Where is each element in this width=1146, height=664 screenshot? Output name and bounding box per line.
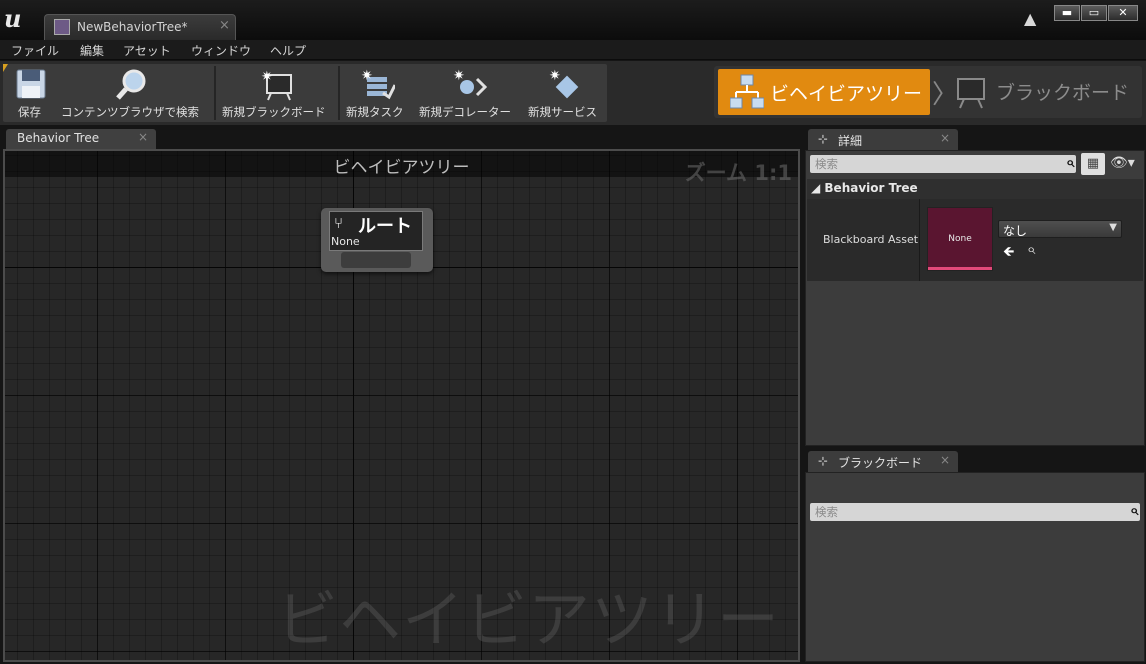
behavior-tree-mode-button[interactable]: ビヘイビアツリー	[718, 69, 930, 115]
new-task-label: 新規タスク	[346, 105, 404, 119]
details-icon: ⊹	[818, 132, 829, 146]
details-tab-close-icon[interactable]: ×	[940, 131, 950, 145]
graph-canvas[interactable]: ビヘイビアツリー ズーム 1:1 ビヘイビアツリー ⑂ ルート None	[3, 149, 800, 662]
blackboard-mode-label: ブラックボード	[996, 82, 1130, 104]
zoom-level: ズーム 1:1	[684, 161, 792, 185]
new-blackboard-label: 新規ブラックボード	[222, 105, 326, 119]
behavior-tree-section-label: ◢ Behavior Tree	[811, 181, 918, 195]
details-tab[interactable]: ⊹ 詳細 ×	[808, 129, 958, 150]
blackboard-tab[interactable]: ⊹ ブラックボード ×	[808, 451, 958, 472]
behavior-tree-asset-icon	[54, 19, 70, 35]
asset-combo-value: なし	[1003, 224, 1028, 238]
root-node-output-pin[interactable]	[341, 252, 411, 268]
toolbar: 保存 コンテンツブラウザで検索 ✷ 新規ブラックボード ✷ 新規タスク ✷ 新規…	[3, 64, 607, 122]
document-tab[interactable]: NewBehaviorTree* ×	[44, 14, 236, 40]
blackboard-panel-icon: ⊹	[818, 454, 829, 468]
toolbar-separator	[214, 66, 216, 120]
blackboard-panel: 検索 ⌕	[805, 472, 1145, 662]
use-selected-arrow-icon[interactable]: 🡸	[1003, 241, 1014, 265]
search-icon: ⌕	[1065, 153, 1074, 171]
property-matrix-icon[interactable]: ▦	[1081, 153, 1105, 175]
tutorial-icon[interactable]: ▲	[1024, 10, 1042, 28]
toolbar-grip	[3, 64, 8, 72]
menu-bar: ファイル 編集 アセット ウィンドウ ヘルプ	[0, 40, 1146, 60]
document-tab-close-icon[interactable]: ×	[219, 18, 230, 33]
title-bar: u NewBehaviorTree* × ▲ ▬ ▭ ✕	[0, 0, 1146, 40]
details-tab-label: 詳細	[838, 134, 863, 148]
save-label: 保存	[18, 105, 41, 119]
chevron-down-icon: ▼	[1109, 222, 1117, 233]
new-decorator-icon: ✷	[453, 68, 487, 97]
graph-header: ビヘイビアツリー	[5, 151, 798, 178]
menu-window[interactable]: ウィンドウ	[191, 42, 251, 59]
menu-help[interactable]: ヘルプ	[270, 42, 306, 59]
graph-tab[interactable]: Behavior Tree ×	[6, 129, 156, 149]
menu-asset[interactable]: アセット	[123, 42, 171, 59]
save-icon	[16, 69, 46, 99]
new-decorator-label: 新規デコレーター	[419, 105, 511, 119]
unreal-logo-icon[interactable]: u	[4, 6, 32, 32]
document-tab-title: NewBehaviorTree*	[77, 20, 188, 34]
root-node[interactable]: ⑂ ルート None	[321, 208, 433, 272]
blackboard-tab-close-icon[interactable]: ×	[940, 453, 950, 467]
details-panel: 検索 ⌕ ▦ 👁▾ ◢ Behavior Tree Blackboard Ass…	[805, 150, 1145, 446]
behavior-tree-mode-icon	[730, 74, 764, 109]
graph-tab-close-icon[interactable]: ×	[138, 130, 148, 144]
asset-thumbnail-bar	[928, 267, 992, 270]
blackboard-asset-label: Blackboard Asset	[823, 233, 919, 246]
root-node-subtitle: None	[331, 235, 360, 248]
find-in-content-browser-label: コンテンツブラウザで検索	[61, 105, 199, 119]
close-button[interactable]: ✕	[1108, 5, 1138, 21]
root-node-icon: ⑂	[334, 214, 344, 232]
blackboard-search-placeholder: 検索	[815, 505, 838, 519]
root-node-title: ルート	[358, 216, 412, 237]
minimize-button[interactable]: ▬	[1054, 5, 1080, 21]
graph-title: ビヘイビアツリー	[333, 158, 470, 178]
new-service-label: 新規サービス	[528, 105, 597, 119]
asset-thumbnail-text: None	[948, 234, 972, 244]
new-blackboard-icon: ✷	[261, 69, 292, 101]
search-icon: ⌕	[1129, 501, 1138, 519]
new-decorator-button[interactable]: ✷ 新規デコレーター	[417, 64, 517, 122]
mode-switcher: ビヘイビアツリー 〉 ブラックボード	[714, 66, 1142, 118]
section-title: Behavior Tree	[824, 181, 918, 195]
find-in-content-browser-button[interactable]: コンテンツブラウザで検索	[59, 64, 209, 122]
graph-tab-label: Behavior Tree	[17, 131, 100, 145]
menu-file[interactable]: ファイル	[11, 42, 59, 59]
svg-text:✷: ✷	[453, 68, 465, 84]
new-task-button[interactable]: ✷ 新規タスク	[345, 64, 409, 122]
new-service-button[interactable]: ✷ 新規サービス	[525, 64, 603, 122]
blackboard-asset-row: Blackboard Asset None なし ▼ 🡸 ⌕	[807, 199, 1143, 281]
blackboard-search-input[interactable]: 検索 ⌕	[810, 501, 1140, 521]
maximize-button[interactable]: ▭	[1081, 5, 1107, 21]
view-options-eye-icon[interactable]: 👁▾	[1110, 155, 1135, 171]
save-button[interactable]: 保存	[9, 64, 49, 122]
details-search-input[interactable]: 検索 ⌕	[810, 153, 1076, 173]
magnifier-icon	[116, 69, 146, 100]
new-task-icon: ✷	[361, 68, 395, 100]
property-divider[interactable]	[919, 199, 920, 281]
blackboard-mode-icon	[957, 78, 985, 109]
svg-text:✷: ✷	[549, 68, 561, 84]
svg-text:✷: ✷	[261, 69, 273, 85]
asset-thumbnail[interactable]: None	[927, 207, 993, 271]
details-search-placeholder: 検索	[815, 157, 838, 171]
new-service-icon: ✷	[549, 68, 579, 99]
behavior-tree-mode-label: ビヘイビアツリー	[770, 83, 923, 105]
new-blackboard-button[interactable]: ✷ 新規ブラックボード	[221, 64, 333, 122]
graph-watermark: ビヘイビアツリー	[275, 583, 780, 656]
root-node-header: ⑂ ルート None	[329, 211, 423, 251]
svg-text:✷: ✷	[361, 68, 373, 84]
blackboard-mode-button[interactable]: ブラックボード	[950, 69, 1138, 115]
behavior-tree-section-header[interactable]: ◢ Behavior Tree	[807, 179, 1143, 199]
browse-asset-icon[interactable]: ⌕	[1027, 240, 1035, 258]
menu-edit[interactable]: 編集	[80, 42, 104, 59]
blackboard-asset-combo[interactable]: なし ▼	[998, 220, 1122, 238]
toolbar-separator	[338, 66, 340, 120]
blackboard-tab-label: ブラックボード	[838, 456, 923, 470]
